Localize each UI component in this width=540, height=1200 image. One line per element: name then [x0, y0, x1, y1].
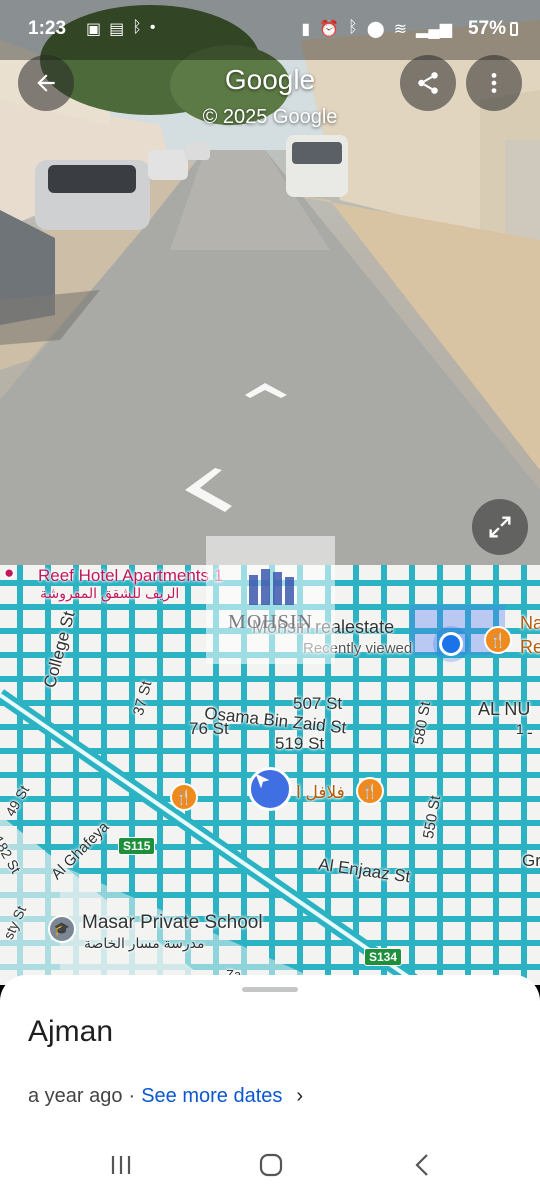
- capture-age: a year ago: [28, 1085, 123, 1107]
- watermark-text: MOHSIN: [228, 610, 313, 633]
- gallery-icon: ▣: [86, 21, 102, 38]
- chevron-right-icon[interactable]: ›: [296, 1085, 303, 1108]
- status-bar: 1:23 ▣ ▤ ᛒ • ▮ ⏰ ᛒ ⬤ ≋ ▂▄▆ 57%: [0, 0, 540, 56]
- location-pin-icon: ⬤: [366, 21, 385, 38]
- map-label-gr-right: Gr: [522, 851, 540, 870]
- separator: ·: [128, 1085, 136, 1107]
- watermark-building-icon: [248, 568, 294, 605]
- map-label-re-right: Re: [520, 637, 540, 657]
- arrow-left-icon: [37, 74, 55, 92]
- share-icon: [418, 72, 438, 94]
- map-label-masar[interactable]: Masar Private School: [82, 912, 263, 934]
- back-button[interactable]: [18, 55, 74, 111]
- bluetooth-icon: ᛒ: [132, 19, 142, 36]
- restaurant-icon[interactable]: 🍴: [356, 777, 384, 805]
- recent-apps-button[interactable]: [108, 1152, 134, 1183]
- system-nav-bar: [0, 1138, 540, 1200]
- map-label-falafel[interactable]: فلافل ا: [296, 783, 345, 803]
- home-button[interactable]: [258, 1152, 284, 1183]
- map-label-masar-ar: مدرسة مسار الخاصة: [84, 935, 205, 951]
- date-row: a year ago · See more dates ›: [28, 1085, 303, 1108]
- see-more-dates-link[interactable]: See more dates: [141, 1085, 282, 1108]
- road-badge-s134: S134: [364, 948, 403, 966]
- alarm-icon: ⏰: [319, 21, 340, 38]
- back-chevron-icon: [415, 1154, 428, 1176]
- map-label-al-nu: AL NU: [478, 699, 531, 719]
- map-label-76-st: 76 St: [189, 719, 229, 738]
- calendar-icon: ▤: [109, 21, 125, 38]
- battery-percent: 57%: [467, 18, 506, 39]
- status-left-icons: ▣ ▤ ᛒ •: [86, 19, 155, 39]
- bluetooth-icon: ᛒ: [348, 19, 358, 36]
- expand-icon: [489, 516, 511, 538]
- map-label-507-st: 507 St: [293, 694, 343, 713]
- back-nav-button[interactable]: [410, 1152, 436, 1183]
- status-time: 1:23: [28, 18, 67, 39]
- drag-handle[interactable]: [242, 987, 298, 992]
- map-label-reef-hotel[interactable]: Reef Hotel Apartments 1: [38, 566, 223, 586]
- dot-icon: •: [149, 19, 156, 36]
- map-label-reef-hotel-ar: الريف للشقق المفروشة: [40, 585, 180, 601]
- battery-icon: [510, 22, 518, 36]
- more-options-button[interactable]: [466, 55, 522, 111]
- restaurant-icon[interactable]: 🍴: [170, 783, 198, 811]
- share-button[interactable]: [400, 55, 456, 111]
- map-label-519-st: 519 St: [275, 734, 325, 753]
- place-title: Ajman: [28, 1015, 114, 1048]
- wifi-icon: ≋: [393, 21, 408, 38]
- navigation-arrow-icon[interactable]: [248, 767, 292, 811]
- street-view-panorama[interactable]: 1:23 ▣ ▤ ᛒ • ▮ ⏰ ᛒ ⬤ ≋ ▂▄▆ 57% Google © …: [0, 0, 540, 565]
- home-icon: [259, 1153, 283, 1177]
- restaurant-icon[interactable]: 🍴: [484, 626, 512, 654]
- map-label-one-frag: 1 ـ: [516, 721, 532, 737]
- battery-saver-icon: ▮: [301, 21, 311, 38]
- signal-icon: ▂▄▆: [416, 21, 452, 38]
- school-icon[interactable]: 🎓: [48, 915, 76, 943]
- recents-icon: [111, 1156, 131, 1174]
- map-label-n-right: Na: [520, 613, 540, 633]
- street-view-copyright: © 2025 Google: [202, 106, 338, 128]
- status-right-icons: ▮ ⏰ ᛒ ⬤ ≋ ▂▄▆: [301, 19, 452, 39]
- expand-button[interactable]: [472, 499, 528, 555]
- street-view-title: Google: [224, 64, 316, 95]
- poi-pin-icon: ●: [4, 565, 15, 582]
- more-vert-icon: [491, 73, 497, 93]
- watermark-logo: MOHSIN: [206, 536, 335, 664]
- my-location-icon[interactable]: [439, 632, 463, 656]
- road-badge-s115: S115: [118, 837, 156, 855]
